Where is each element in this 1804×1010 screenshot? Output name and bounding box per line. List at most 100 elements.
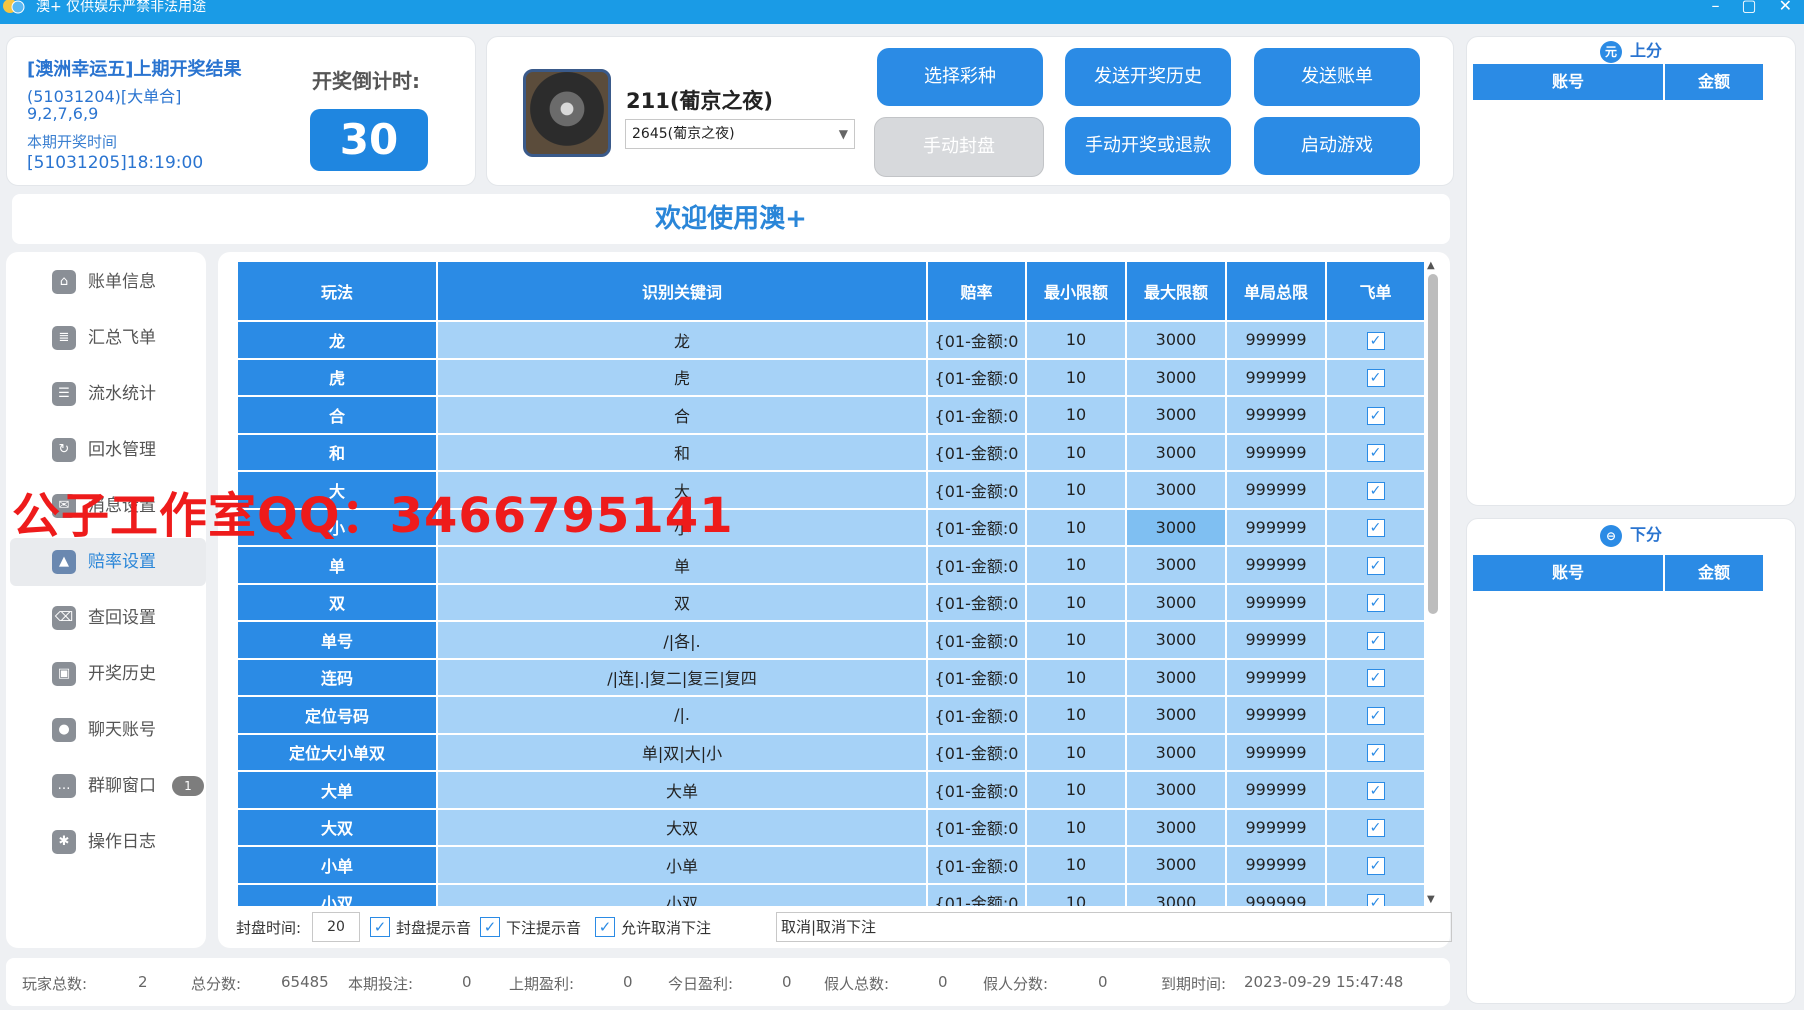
- min-limit-cell[interactable]: 10: [1027, 659, 1125, 695]
- column-header[interactable]: 玩法: [238, 262, 436, 320]
- scroll-down-icon[interactable]: ▼: [1427, 894, 1435, 905]
- odds-cell[interactable]: {01-金额:0: [928, 472, 1025, 508]
- minimize-icon[interactable]: –: [1711, 0, 1719, 14]
- max-limit-cell[interactable]: 3000: [1127, 734, 1225, 770]
- allow-cancel-checkbox[interactable]: ✓: [595, 917, 615, 937]
- round-limit-cell[interactable]: 999999: [1227, 472, 1325, 508]
- min-limit-cell[interactable]: 10: [1027, 322, 1125, 358]
- odds-cell[interactable]: {01-金额:0: [928, 809, 1025, 845]
- round-limit-cell[interactable]: 999999: [1227, 659, 1325, 695]
- fly-checkbox[interactable]: ✓: [1366, 819, 1385, 838]
- table-row[interactable]: 单单 {01-金额:0 10 3000 999999 ✓: [238, 547, 1424, 583]
- table-row[interactable]: 合合 {01-金额:0 10 3000 999999 ✓: [238, 397, 1424, 433]
- scroll-thumb[interactable]: [1428, 274, 1438, 614]
- max-limit-cell[interactable]: 3000: [1127, 584, 1225, 620]
- min-limit-cell[interactable]: 10: [1027, 584, 1125, 620]
- select-lottery-button[interactable]: 选择彩种: [877, 48, 1043, 106]
- play-cell[interactable]: 大双: [238, 809, 436, 845]
- sidebar-item-2[interactable]: ≣ 汇总飞单: [10, 314, 206, 362]
- min-limit-cell[interactable]: 10: [1027, 809, 1125, 845]
- round-limit-cell[interactable]: 999999: [1227, 847, 1325, 883]
- cancel-keywords-input[interactable]: 取消|取消下注: [776, 912, 1452, 942]
- column-header[interactable]: 最小限额: [1027, 262, 1125, 320]
- column-header[interactable]: 最大限额: [1127, 262, 1225, 320]
- min-limit-cell[interactable]: 10: [1027, 359, 1125, 395]
- odds-cell[interactable]: {01-金额:0: [928, 622, 1025, 658]
- play-cell[interactable]: 龙: [238, 322, 436, 358]
- max-limit-cell[interactable]: 3000: [1127, 622, 1225, 658]
- min-limit-cell[interactable]: 10: [1027, 547, 1125, 583]
- fly-checkbox[interactable]: ✓: [1366, 669, 1385, 688]
- round-limit-cell[interactable]: 999999: [1227, 734, 1325, 770]
- odds-cell[interactable]: {01-金额:0: [928, 734, 1025, 770]
- round-limit-cell[interactable]: 999999: [1227, 547, 1325, 583]
- odds-cell[interactable]: {01-金额:0: [928, 359, 1025, 395]
- odds-cell[interactable]: {01-金额:0: [928, 584, 1025, 620]
- keyword-cell[interactable]: 合: [438, 397, 926, 433]
- keyword-cell[interactable]: 大单: [438, 772, 926, 808]
- play-cell[interactable]: 虎: [238, 359, 436, 395]
- close-time-input[interactable]: 20: [312, 912, 360, 942]
- round-limit-cell[interactable]: 999999: [1227, 697, 1325, 733]
- max-limit-cell[interactable]: 3000: [1127, 359, 1225, 395]
- send-history-button[interactable]: 发送开奖历史: [1065, 48, 1231, 106]
- table-row[interactable]: 和和 {01-金额:0 10 3000 999999 ✓: [238, 434, 1424, 470]
- odds-cell[interactable]: {01-金额:0: [928, 772, 1025, 808]
- odds-cell[interactable]: {01-金额:0: [928, 659, 1025, 695]
- min-limit-cell[interactable]: 10: [1027, 772, 1125, 808]
- max-limit-cell[interactable]: 3000: [1127, 809, 1225, 845]
- keyword-cell[interactable]: 单|双|大|小: [438, 734, 926, 770]
- close-icon[interactable]: ✕: [1779, 0, 1792, 14]
- scroll-up-icon[interactable]: ▲: [1427, 260, 1435, 271]
- keyword-cell[interactable]: 大双: [438, 809, 926, 845]
- keyword-cell[interactable]: 小单: [438, 847, 926, 883]
- round-limit-cell[interactable]: 999999: [1227, 434, 1325, 470]
- column-header[interactable]: 赔率: [928, 262, 1025, 320]
- fly-checkbox[interactable]: ✓: [1366, 706, 1385, 725]
- play-cell[interactable]: 大单: [238, 772, 436, 808]
- keyword-cell[interactable]: 单: [438, 547, 926, 583]
- odds-cell[interactable]: {01-金额:0: [928, 697, 1025, 733]
- column-header[interactable]: 识别关键词: [438, 262, 926, 320]
- sidebar-item-4[interactable]: ↻ 回水管理: [10, 426, 206, 474]
- fly-checkbox[interactable]: ✓: [1366, 519, 1385, 538]
- min-limit-cell[interactable]: 10: [1027, 847, 1125, 883]
- play-cell[interactable]: 合: [238, 397, 436, 433]
- odds-cell[interactable]: {01-金额:0: [928, 509, 1025, 545]
- play-cell[interactable]: 单号: [238, 622, 436, 658]
- send-bill-button[interactable]: 发送账单: [1254, 48, 1420, 106]
- table-scrollbar[interactable]: ▲ ▼: [1426, 260, 1440, 906]
- fly-checkbox[interactable]: ✓: [1366, 594, 1385, 613]
- fly-checkbox[interactable]: ✓: [1366, 781, 1385, 800]
- table-row[interactable]: 定位号码/|. {01-金额:0 10 3000 999999 ✓: [238, 697, 1424, 733]
- odds-cell[interactable]: {01-金额:0: [928, 847, 1025, 883]
- table-row[interactable]: 定位大小单双 单|双|大|小 {01-金额:0 10 3000 999999 ✓: [238, 734, 1424, 770]
- max-limit-cell[interactable]: 3000: [1127, 884, 1225, 906]
- max-limit-cell[interactable]: 3000: [1127, 697, 1225, 733]
- min-limit-cell[interactable]: 10: [1027, 397, 1125, 433]
- min-limit-cell[interactable]: 10: [1027, 509, 1125, 545]
- play-cell[interactable]: 定位大小单双: [238, 734, 436, 770]
- keyword-cell[interactable]: 龙: [438, 322, 926, 358]
- column-header[interactable]: 单局总限: [1227, 262, 1325, 320]
- start-game-button[interactable]: 启动游戏: [1254, 117, 1420, 175]
- round-limit-cell[interactable]: 999999: [1227, 772, 1325, 808]
- play-cell[interactable]: 定位号码: [238, 697, 436, 733]
- fly-checkbox[interactable]: ✓: [1366, 369, 1385, 388]
- round-limit-cell[interactable]: 999999: [1227, 809, 1325, 845]
- manual-draw-button[interactable]: 手动开奖或退款: [1065, 117, 1231, 175]
- sidebar-item-7[interactable]: ⌫ 查回设置: [10, 594, 206, 642]
- manual-close-button[interactable]: 手动封盘: [874, 117, 1044, 177]
- max-limit-cell[interactable]: 3000: [1127, 847, 1225, 883]
- round-limit-cell[interactable]: 999999: [1227, 359, 1325, 395]
- sidebar-item-11[interactable]: ✱ 操作日志: [10, 818, 206, 866]
- odds-cell[interactable]: {01-金额:0: [928, 884, 1025, 906]
- max-limit-cell[interactable]: 3000: [1127, 772, 1225, 808]
- fly-checkbox[interactable]: ✓: [1366, 856, 1385, 875]
- keyword-cell[interactable]: 双: [438, 584, 926, 620]
- table-row[interactable]: 大双 大双 {01-金额:0 10 3000 999999 ✓: [238, 809, 1424, 845]
- play-cell[interactable]: 双: [238, 584, 436, 620]
- sidebar-item-3[interactable]: ☰ 流水统计: [10, 370, 206, 418]
- table-row[interactable]: 小单 小单 {01-金额:0 10 3000 999999 ✓: [238, 847, 1424, 883]
- odds-cell[interactable]: {01-金额:0: [928, 434, 1025, 470]
